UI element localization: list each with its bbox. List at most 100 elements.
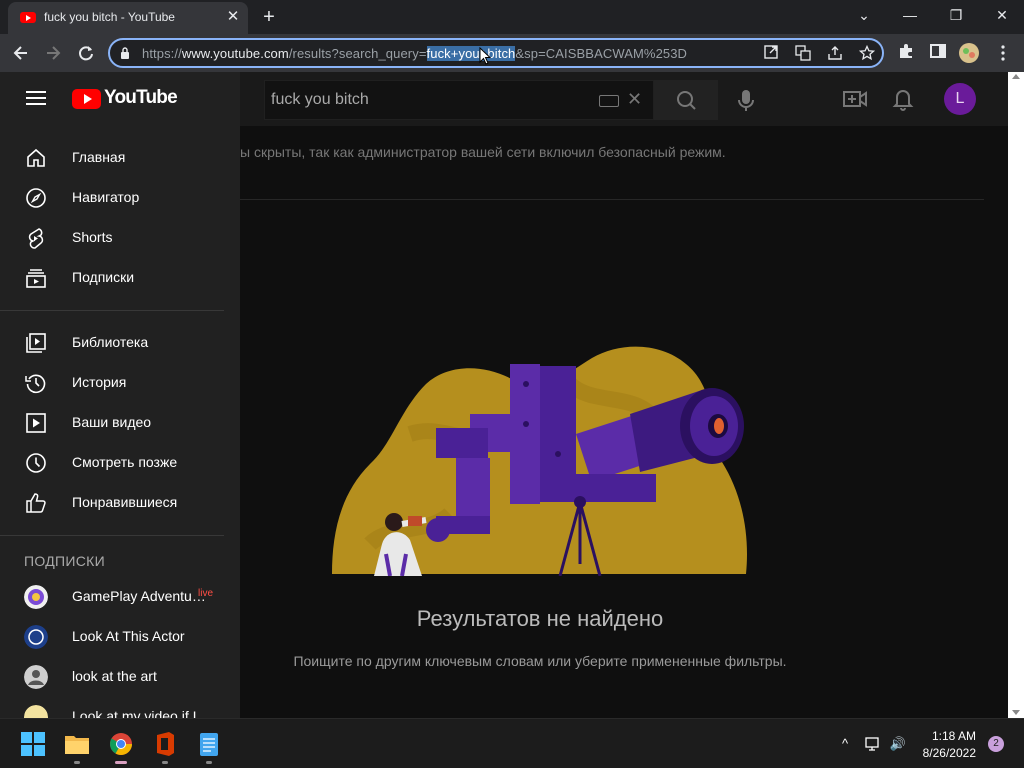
minimize-button[interactable]: — bbox=[896, 4, 924, 26]
hamburger-menu-icon[interactable] bbox=[26, 90, 46, 106]
subscription-item[interactable]: Look At This Actor bbox=[0, 617, 224, 657]
sidebar-item-label: Look at my video if I bbox=[72, 708, 197, 718]
thumbs-up-icon bbox=[26, 493, 46, 513]
translate-icon[interactable] bbox=[794, 45, 812, 63]
search-button[interactable] bbox=[654, 80, 718, 120]
channel-avatar bbox=[24, 705, 48, 718]
results-divider bbox=[240, 199, 984, 200]
close-window-button[interactable]: ✕ bbox=[988, 4, 1016, 26]
address-bar[interactable]: https://www.youtube.com/results?search_q… bbox=[108, 38, 884, 68]
reload-icon[interactable] bbox=[75, 42, 97, 64]
sidebar-item-history[interactable]: История bbox=[0, 363, 224, 403]
notifications-bell-icon[interactable] bbox=[890, 86, 916, 112]
keyboard-icon[interactable] bbox=[599, 95, 619, 107]
scroll-up-arrow-icon[interactable] bbox=[1012, 74, 1020, 79]
channel-avatar bbox=[24, 625, 48, 649]
tray-chevron-up-icon[interactable]: ^ bbox=[836, 735, 854, 753]
sidebar-item-label: GamePlay Adventu… bbox=[72, 588, 206, 604]
running-indicator bbox=[74, 761, 80, 764]
your-videos-icon bbox=[26, 413, 46, 433]
sidebar-item-explore[interactable]: Навигатор bbox=[0, 178, 224, 218]
restricted-mode-notice: ы скрыты, так как администратор вашей се… bbox=[240, 144, 726, 160]
sidebar-item-label: Look At This Actor bbox=[72, 628, 185, 644]
start-windows-icon[interactable] bbox=[17, 728, 49, 760]
browser-tab[interactable]: fuck you bitch - YouTube ✕ bbox=[8, 2, 248, 34]
sidebar-item-label: look at the art bbox=[72, 668, 157, 684]
notepad-icon[interactable] bbox=[193, 728, 225, 764]
browser-tab-bar: fuck you bitch - YouTube ✕ + ⌄ — ❐ ✕ bbox=[0, 0, 1024, 34]
search-input[interactable]: fuck you bitch ✕ bbox=[264, 80, 654, 120]
youtube-logo-text[interactable]: YouTube bbox=[104, 87, 178, 109]
share-icon[interactable] bbox=[826, 45, 844, 63]
clock-time[interactable]: 1:18 AM bbox=[926, 729, 976, 743]
chrome-menu-icon[interactable] bbox=[992, 42, 1014, 64]
home-icon bbox=[27, 148, 45, 167]
lock-icon[interactable] bbox=[120, 47, 130, 59]
sidebar-item-label: Библиотека bbox=[72, 334, 149, 350]
tab-close-icon[interactable]: ✕ bbox=[224, 8, 242, 26]
volume-icon[interactable]: 🔊 bbox=[889, 735, 907, 753]
tab-list-button[interactable]: ⌄ bbox=[850, 4, 878, 26]
sidebar-item-watch-later[interactable]: Смотреть позже bbox=[0, 443, 224, 483]
sidebar-item-liked[interactable]: Понравившиеся bbox=[0, 483, 224, 523]
subscription-item[interactable]: Look at my video if I bbox=[0, 697, 224, 718]
new-tab-button[interactable]: + bbox=[258, 6, 280, 28]
sidebar-item-home[interactable]: Главная bbox=[0, 138, 224, 178]
forward-arrow-icon[interactable] bbox=[42, 42, 64, 64]
sidebar-item-label: История bbox=[72, 374, 127, 390]
clear-search-icon[interactable]: ✕ bbox=[627, 89, 642, 110]
sidebar-item-shorts[interactable]: Shorts bbox=[0, 218, 224, 258]
no-results-hint: Поищите по другим ключевым словам или уб… bbox=[293, 653, 787, 669]
channel-avatar bbox=[24, 585, 48, 609]
network-icon[interactable] bbox=[864, 735, 882, 753]
sidebar-item-label: Смотреть позже bbox=[72, 454, 178, 470]
page-scrollbar[interactable] bbox=[1008, 72, 1024, 718]
notification-badge[interactable]: 2 bbox=[988, 736, 1004, 752]
clock-date[interactable]: 8/26/2022 bbox=[912, 746, 976, 760]
sidebar-item-subscriptions[interactable]: Подписки bbox=[0, 258, 224, 298]
sidebar-item-library[interactable]: Библиотека bbox=[0, 323, 224, 363]
back-arrow-icon[interactable] bbox=[10, 42, 32, 64]
sidebar-item-your-videos[interactable]: Ваши видео bbox=[0, 403, 224, 443]
history-icon bbox=[25, 374, 46, 394]
bookmark-star-icon[interactable] bbox=[858, 44, 876, 63]
restore-button[interactable]: ❐ bbox=[942, 4, 970, 26]
sidebar-item-label: Ваши видео bbox=[72, 414, 152, 430]
live-indicator: live bbox=[198, 588, 214, 599]
search-query-text[interactable]: fuck you bitch bbox=[271, 91, 369, 109]
profile-avatar-icon[interactable] bbox=[958, 42, 980, 64]
microphone-icon[interactable] bbox=[730, 84, 762, 116]
guide-sidebar: YouTube Главная Навигатор Shorts Подписк… bbox=[0, 72, 240, 718]
sidebar-divider bbox=[0, 310, 224, 311]
sidebar-item-label: Главная bbox=[72, 149, 126, 165]
open-in-app-icon[interactable] bbox=[762, 45, 780, 63]
youtube-favicon-icon bbox=[20, 12, 36, 23]
mouse-cursor-icon bbox=[479, 47, 491, 65]
sidebar-item-label: Shorts bbox=[72, 229, 113, 245]
subscription-item[interactable]: GamePlay Adventu… live bbox=[0, 577, 224, 617]
scroll-down-arrow-icon[interactable] bbox=[1012, 710, 1020, 715]
channel-avatar bbox=[24, 665, 48, 689]
extensions-puzzle-icon[interactable] bbox=[895, 42, 917, 64]
side-panel-icon[interactable] bbox=[927, 42, 949, 64]
tab-title: fuck you bitch - YouTube bbox=[44, 10, 175, 24]
subscription-item[interactable]: look at the art bbox=[0, 657, 224, 697]
office-icon[interactable] bbox=[149, 728, 181, 764]
youtube-logo-icon[interactable] bbox=[72, 88, 102, 110]
url-text[interactable]: https://www.youtube.com/results?search_q… bbox=[142, 46, 687, 61]
sidebar-item-label: Подписки bbox=[72, 269, 135, 285]
sidebar-item-label: Понравившиеся bbox=[72, 494, 178, 510]
compass-icon bbox=[26, 188, 46, 208]
account-avatar[interactable]: L bbox=[944, 83, 976, 115]
sidebar-item-label: Навигатор bbox=[72, 189, 140, 205]
create-video-icon[interactable] bbox=[842, 86, 868, 112]
telescope-illustration bbox=[332, 346, 747, 576]
running-indicator bbox=[162, 761, 168, 764]
browser-toolbar: https://www.youtube.com/results?search_q… bbox=[0, 34, 1024, 72]
search-icon bbox=[677, 91, 696, 110]
subscriptions-icon bbox=[26, 269, 46, 288]
chrome-icon[interactable] bbox=[105, 728, 137, 764]
windows-taskbar: ^ 🔊 1:18 AM 8/26/2022 2 bbox=[0, 718, 1024, 768]
file-explorer-icon[interactable] bbox=[61, 728, 93, 764]
running-indicator bbox=[206, 761, 212, 764]
